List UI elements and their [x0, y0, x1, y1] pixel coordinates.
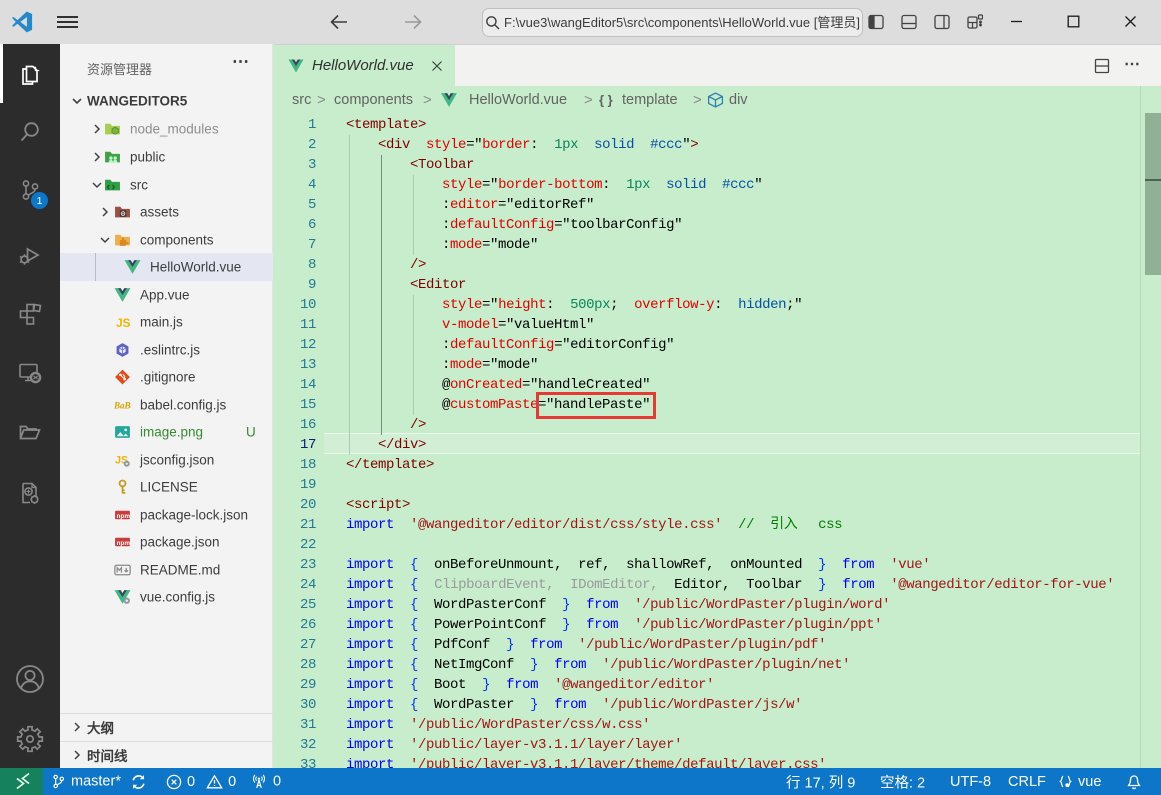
svg-text:npm: npm [117, 540, 131, 547]
svg-text:BaBel: BaBel [114, 401, 131, 411]
svg-text:JS: JS [116, 317, 130, 330]
svg-text:npm: npm [117, 513, 131, 520]
